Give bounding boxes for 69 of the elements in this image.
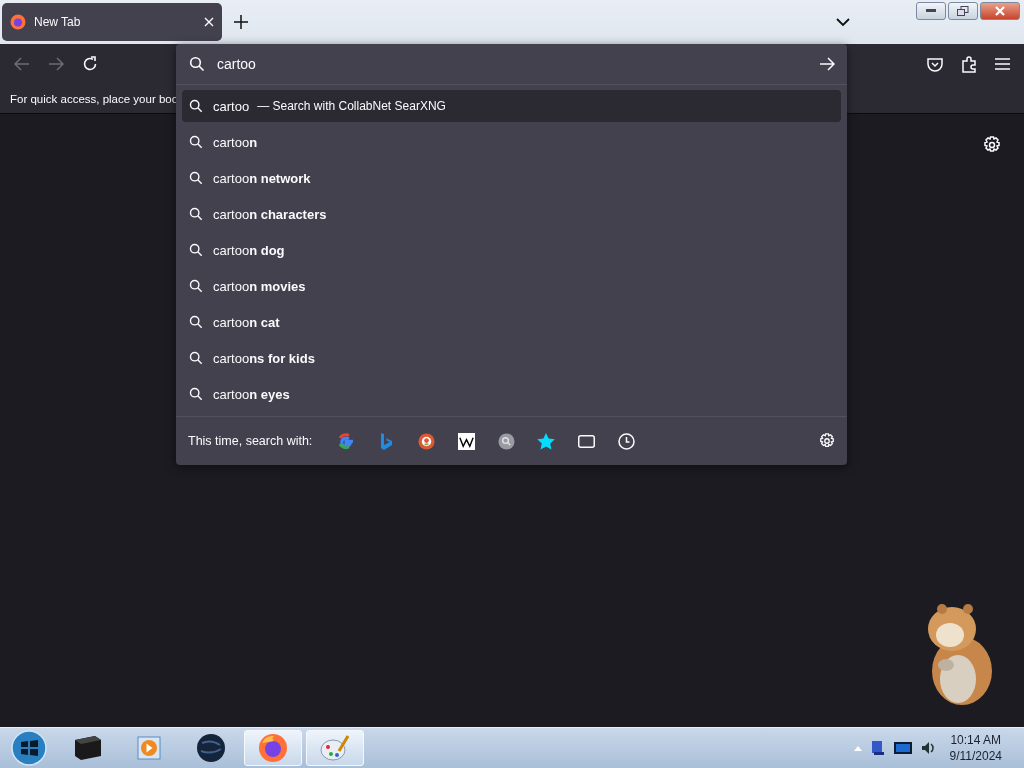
- pocket-icon[interactable]: [927, 56, 943, 72]
- close-button[interactable]: [980, 2, 1020, 20]
- suggestion-row[interactable]: cartoo — Search with CollabNet SearXNG: [182, 90, 841, 122]
- search-icon: [189, 56, 205, 72]
- suggestion-row[interactable]: cartoon network: [182, 162, 841, 194]
- duck-icon: [417, 432, 435, 450]
- minimize-button[interactable]: [916, 2, 946, 20]
- search-icon: [189, 279, 203, 293]
- clock-time: 10:14 AM: [950, 733, 1002, 747]
- browser-tab[interactable]: New Tab: [2, 3, 222, 41]
- suggestion-text: cartoon characters: [213, 206, 327, 222]
- suggestion-row[interactable]: cartoon movies: [182, 270, 841, 302]
- search-icon: [189, 243, 203, 257]
- settings-icon[interactable]: [819, 433, 835, 449]
- suggestion-text: cartoon eyes: [213, 386, 290, 402]
- suggestion-row[interactable]: cartoon cat: [182, 306, 841, 338]
- settings-icon[interactable]: [983, 136, 1001, 154]
- reload-icon[interactable]: [82, 56, 98, 72]
- suggestion-row[interactable]: cartoon dog: [182, 234, 841, 266]
- google-icon: [337, 432, 356, 450]
- palette-icon: [319, 733, 351, 763]
- clock-icon: [617, 432, 635, 450]
- chevron-down-icon[interactable]: [836, 17, 850, 27]
- globe-icon: [196, 733, 226, 763]
- search-with-label: This time, search with:: [188, 434, 313, 448]
- firefox-icon: [258, 733, 288, 763]
- restore-icon: [957, 6, 969, 16]
- suggestion-text: cartoon cat: [213, 314, 280, 330]
- suggestion-text: cartoon network: [213, 170, 311, 186]
- close-icon[interactable]: [204, 17, 214, 27]
- wikipedia-icon: [457, 432, 475, 450]
- speaker-icon: [919, 740, 936, 756]
- suggestion-row[interactable]: cartoon characters: [182, 198, 841, 230]
- star-icon: [537, 432, 556, 450]
- search-icon: [189, 99, 203, 113]
- suggestion-text: cartoons for kids: [213, 350, 315, 366]
- suggestion-text: cartoon dog: [213, 242, 285, 258]
- bing-icon: [379, 432, 394, 450]
- search-icon: [189, 207, 203, 221]
- caret-up-icon: [853, 745, 862, 751]
- clock-date: 9/11/2024: [949, 749, 1002, 763]
- play-icon: [137, 736, 161, 760]
- taskbar-app[interactable]: [244, 730, 302, 766]
- search-icon: [189, 387, 203, 401]
- search-icon: [497, 432, 515, 450]
- suggestion-text: cartoon movies: [213, 278, 306, 294]
- minimize-icon: [926, 9, 936, 13]
- tab-icon: [577, 434, 595, 448]
- firefox-icon: [10, 14, 26, 30]
- search-icon: [189, 171, 203, 185]
- suggestion-text: cartoon: [213, 134, 258, 150]
- back-icon[interactable]: [14, 57, 30, 71]
- suggestion-row[interactable]: cartoons for kids: [182, 342, 841, 374]
- menu-icon[interactable]: [995, 58, 1010, 70]
- suggestion-hint: — Search with CollabNet SearXNG: [257, 99, 446, 113]
- restore-button[interactable]: [948, 2, 978, 20]
- search-icon: [189, 315, 203, 329]
- suggestion-row[interactable]: cartoon: [182, 126, 841, 158]
- search-icon: [189, 351, 203, 365]
- suggestion-row[interactable]: cartoon eyes: [182, 378, 841, 410]
- plus-icon[interactable]: [234, 15, 248, 29]
- close-icon: [994, 6, 1006, 16]
- suggestion-text: cartoo: [213, 98, 250, 114]
- puzzle-icon[interactable]: [961, 55, 977, 73]
- arrow-right-icon[interactable]: [819, 57, 835, 71]
- tab-title: New Tab: [34, 15, 82, 29]
- monitor-icon: [893, 742, 912, 754]
- search-icon: [189, 135, 203, 149]
- forward-icon[interactable]: [48, 57, 64, 71]
